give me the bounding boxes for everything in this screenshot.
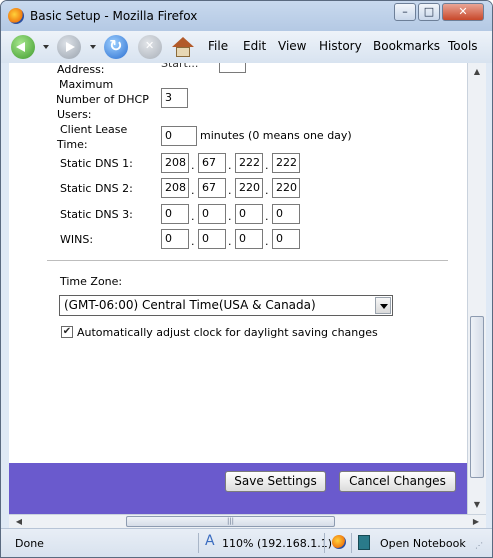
vertical-scrollbar[interactable]: ▲ ▼	[467, 63, 486, 514]
address-label: Address:	[57, 63, 105, 76]
notebook-icon[interactable]	[358, 535, 370, 550]
zoom-status[interactable]: 110% (192.168.1.1)	[222, 537, 332, 551]
home-icon[interactable]	[171, 35, 195, 59]
dns3-label: Static DNS 3:	[60, 208, 133, 221]
navigation-toolbar: File Edit View History Bookmarks Tools	[1, 31, 492, 63]
section-divider	[47, 260, 448, 261]
cancel-changes-button[interactable]: Cancel Changes	[339, 471, 456, 492]
menu-bookmarks[interactable]: Bookmarks	[373, 39, 440, 53]
horizontal-scroll-thumb[interactable]: |||	[126, 516, 335, 527]
wins-octet-3[interactable]: 0	[235, 229, 263, 249]
scroll-down-icon[interactable]: ▼	[469, 496, 485, 513]
dot-separator: .	[191, 159, 195, 172]
dns1-label: Static DNS 1:	[60, 157, 133, 170]
dot-separator: .	[265, 235, 269, 248]
menu-edit[interactable]: Edit	[243, 39, 266, 53]
dns1-octet-2[interactable]: 67	[198, 153, 226, 173]
forward-dropdown-icon[interactable]	[90, 45, 96, 49]
dst-checkbox[interactable]: ✔	[61, 326, 73, 338]
vertical-scroll-thumb[interactable]	[470, 316, 484, 478]
window-title: Basic Setup - Mozilla Firefox	[30, 9, 198, 23]
menu-view[interactable]: View	[278, 39, 306, 53]
max-dhcp-label-1: Maximum	[59, 78, 114, 91]
lease-time-suffix: minutes (0 means one day)	[200, 129, 352, 142]
lease-time-field[interactable]: 0	[161, 126, 197, 146]
resize-grip-icon[interactable]: ⋰	[475, 539, 483, 553]
dns1-octet-1[interactable]: 208	[161, 153, 189, 173]
dot-separator: .	[265, 159, 269, 172]
status-divider	[324, 533, 325, 553]
status-bar: Done A 110% (192.168.1.1) Open Notebook …	[1, 528, 492, 557]
dot-separator: .	[191, 210, 195, 223]
dns2-octet-3[interactable]: 220	[235, 178, 263, 198]
lease-label-2: Time:	[57, 138, 88, 151]
lease-label-1: Client Lease	[60, 123, 128, 136]
forward-icon[interactable]	[57, 35, 81, 59]
timezone-label: Time Zone:	[60, 275, 123, 288]
close-button[interactable]: ✕	[442, 3, 484, 21]
wins-octet-1[interactable]: 0	[161, 229, 189, 249]
menu-history[interactable]: History	[319, 39, 362, 53]
max-dhcp-users-field[interactable]: 3	[161, 88, 188, 108]
zoom-icon[interactable]: A	[205, 534, 215, 548]
dns3-octet-4[interactable]: 0	[272, 204, 300, 224]
dns1-octet-4[interactable]: 222	[272, 153, 300, 173]
open-notebook-button[interactable]: Open Notebook	[380, 537, 466, 551]
dns3-octet-1[interactable]: 0	[161, 204, 189, 224]
dot-separator: .	[191, 184, 195, 197]
start-address-partial: Start...	[161, 63, 199, 70]
chevron-down-icon[interactable]	[375, 297, 391, 314]
wins-octet-2[interactable]: 0	[198, 229, 226, 249]
scroll-up-icon[interactable]: ▲	[469, 63, 485, 80]
save-settings-button[interactable]: Save Settings	[225, 471, 326, 492]
wins-label: WINS:	[60, 233, 94, 246]
dns1-octet-3[interactable]: 222	[235, 153, 263, 173]
start-address-field[interactable]	[219, 63, 246, 73]
status-text: Done	[15, 537, 44, 550]
timezone-value: (GMT-06:00) Central Time(USA & Canada)	[64, 298, 316, 312]
stop-icon[interactable]	[138, 35, 162, 59]
back-dropdown-icon[interactable]	[43, 45, 49, 49]
firefox-icon	[8, 8, 24, 24]
dns3-octet-3[interactable]: 0	[235, 204, 263, 224]
dot-separator: .	[228, 235, 232, 248]
dns2-octet-4[interactable]: 220	[272, 178, 300, 198]
dns2-label: Static DNS 2:	[60, 182, 133, 195]
status-divider	[198, 533, 199, 553]
max-dhcp-label-3: Users:	[57, 108, 92, 121]
menu-file[interactable]: File	[208, 39, 228, 53]
dot-separator: .	[228, 210, 232, 223]
dot-separator: .	[265, 184, 269, 197]
minimize-button[interactable]: –	[394, 3, 416, 21]
dot-separator: .	[228, 184, 232, 197]
horizontal-scrollbar[interactable]: ◀ ||| ▶	[9, 514, 486, 528]
maximize-button[interactable]: □	[418, 3, 440, 21]
back-icon[interactable]	[11, 35, 35, 59]
wins-octet-4[interactable]: 0	[272, 229, 300, 249]
status-divider	[351, 533, 352, 553]
browser-window: Basic Setup - Mozilla Firefox – □ ✕ File…	[0, 0, 493, 558]
reload-icon[interactable]	[104, 35, 128, 59]
dot-separator: .	[265, 210, 269, 223]
max-dhcp-label-2: Number of DHCP	[56, 93, 149, 106]
dot-separator: .	[228, 159, 232, 172]
dst-label: Automatically adjust clock for daylight …	[77, 326, 378, 339]
dns3-octet-2[interactable]: 0	[198, 204, 226, 224]
timezone-select[interactable]: (GMT-06:00) Central Time(USA & Canada)	[59, 295, 393, 316]
title-bar: Basic Setup - Mozilla Firefox – □ ✕	[1, 1, 492, 31]
dns2-octet-1[interactable]: 208	[161, 178, 189, 198]
menu-tools[interactable]: Tools	[448, 39, 478, 53]
dns2-octet-2[interactable]: 67	[198, 178, 226, 198]
dot-separator: .	[191, 235, 195, 248]
page-content: Address: Start... Maximum Number of DHCP…	[9, 63, 467, 463]
firefox-status-icon[interactable]	[332, 535, 346, 549]
